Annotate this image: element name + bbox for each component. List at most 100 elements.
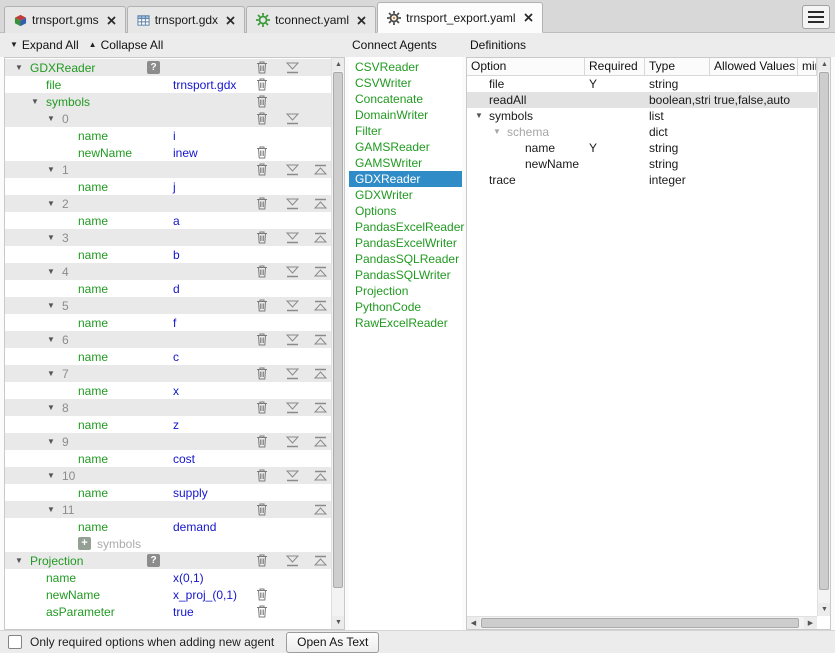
expand-arrow-icon[interactable]: ▼ [15,63,30,72]
move-down-icon[interactable] [283,61,301,74]
close-icon[interactable] [357,16,366,25]
expand-all-button[interactable]: ▼ Expand All [10,38,79,52]
agent-list-item[interactable]: Projection [349,283,462,299]
scroll-left-icon[interactable]: ◀ [467,617,480,630]
agent-list-item[interactable]: GDXReader [349,171,462,187]
expand-arrow-icon[interactable]: ▼ [31,97,46,106]
move-down-icon[interactable] [283,112,301,125]
move-up-icon[interactable] [311,503,329,516]
scroll-up-icon[interactable]: ▲ [818,58,831,71]
delete-icon[interactable] [255,469,269,482]
tree-value[interactable]: d [173,282,180,296]
tree-value[interactable]: a [173,214,180,228]
column-header-allowed-values[interactable]: Allowed Values [710,58,798,76]
move-down-icon[interactable] [283,265,301,278]
tree-value[interactable]: true [173,605,194,619]
collapse-all-button[interactable]: ▲ Collapse All [89,38,164,52]
close-icon[interactable] [107,16,116,25]
expand-arrow-icon[interactable]: ▼ [47,114,62,123]
agent-list-item[interactable]: Options [349,203,462,219]
delete-icon[interactable] [255,231,269,244]
move-up-icon[interactable] [311,435,329,448]
definition-row[interactable]: ▼ name Y string [467,140,817,156]
definition-row[interactable]: ▼ file Y string [467,76,817,92]
tree-value[interactable]: f [173,316,176,330]
delete-icon[interactable] [255,605,269,618]
move-up-icon[interactable] [311,469,329,482]
column-header-required[interactable]: Required [585,58,645,76]
tree-value[interactable]: i [173,129,176,143]
delete-icon[interactable] [255,146,269,159]
scrollbar-thumb[interactable] [819,72,829,590]
move-down-icon[interactable] [283,401,301,414]
tree-value[interactable]: cost [173,452,195,466]
definition-row[interactable]: ▼ trace integer [467,172,817,188]
expand-arrow-icon[interactable]: ▼ [47,301,62,310]
expand-arrow-icon[interactable]: ▼ [15,556,30,565]
agent-list-item[interactable]: Filter [349,123,462,139]
column-header-min[interactable]: min [798,58,817,76]
required-options-checkbox[interactable] [8,635,22,649]
move-down-icon[interactable] [283,163,301,176]
agent-list-item[interactable]: PandasExcelReader [349,219,462,235]
definition-row[interactable]: ▼ schema dict [467,124,817,140]
delete-icon[interactable] [255,588,269,601]
expand-arrow-icon[interactable]: ▼ [475,108,489,124]
scrollbar-thumb[interactable] [333,72,343,588]
expand-arrow-icon[interactable]: ▼ [47,199,62,208]
agent-list-item[interactable]: RawExcelReader [349,315,462,331]
column-header-type[interactable]: Type [645,58,710,76]
agent-list-item[interactable]: PandasExcelWriter [349,235,462,251]
tree-value[interactable]: b [173,248,180,262]
menu-icon[interactable] [802,5,830,29]
definition-row[interactable]: ▼ newName string [467,156,817,172]
agent-list-item[interactable]: PandasSQLReader [349,251,462,267]
help-icon[interactable]: ? [147,61,160,74]
tab[interactable]: trnsport.gdx [127,6,245,33]
tree-value[interactable]: demand [173,520,216,534]
agent-list-item[interactable]: DomainWriter [349,107,462,123]
expand-arrow-icon[interactable]: ▼ [47,369,62,378]
agent-list-item[interactable]: PandasSQLWriter [349,267,462,283]
tree-value[interactable]: inew [173,146,198,160]
delete-icon[interactable] [255,367,269,380]
scroll-up-icon[interactable]: ▲ [332,58,345,71]
column-header-option[interactable]: Option [467,58,585,76]
delete-icon[interactable] [255,163,269,176]
move-down-icon[interactable] [283,299,301,312]
move-down-icon[interactable] [283,333,301,346]
expand-arrow-icon[interactable]: ▼ [47,267,62,276]
move-up-icon[interactable] [311,554,329,567]
expand-arrow-icon[interactable]: ▼ [47,471,62,480]
agent-list-item[interactable]: PythonCode [349,299,462,315]
delete-icon[interactable] [255,95,269,108]
tree-value[interactable]: supply [173,486,208,500]
move-up-icon[interactable] [311,299,329,312]
delete-icon[interactable] [255,197,269,210]
delete-icon[interactable] [255,78,269,91]
tree-value[interactable]: trnsport.gdx [173,78,236,92]
agent-list-item[interactable]: GDXWriter [349,187,462,203]
tree-value[interactable]: c [173,350,179,364]
close-icon[interactable] [226,16,235,25]
scroll-down-icon[interactable]: ▼ [332,616,345,629]
tab[interactable]: trnsport.gms [4,6,126,33]
tree-value[interactable]: x [173,384,179,398]
scrollbar-thumb[interactable] [481,618,799,628]
close-icon[interactable] [524,13,533,22]
definitions-horizontal-scrollbar[interactable]: ◀ ▶ [467,616,817,629]
expand-arrow-icon[interactable]: ▼ [47,437,62,446]
expand-arrow-icon[interactable]: ▼ [47,505,62,514]
delete-icon[interactable] [255,503,269,516]
move-down-icon[interactable] [283,469,301,482]
move-up-icon[interactable] [311,333,329,346]
open-as-text-button[interactable]: Open As Text [286,632,379,653]
tree-value[interactable]: z [173,418,179,432]
expand-arrow-icon[interactable]: ▼ [47,165,62,174]
help-icon[interactable]: ? [147,554,160,567]
move-up-icon[interactable] [311,401,329,414]
tab[interactable]: tconnect.yaml [246,6,376,33]
expand-arrow-icon[interactable]: ▼ [47,335,62,344]
expand-arrow-icon[interactable]: ▼ [493,124,507,140]
tab[interactable]: trnsport_export.yaml [377,2,542,33]
